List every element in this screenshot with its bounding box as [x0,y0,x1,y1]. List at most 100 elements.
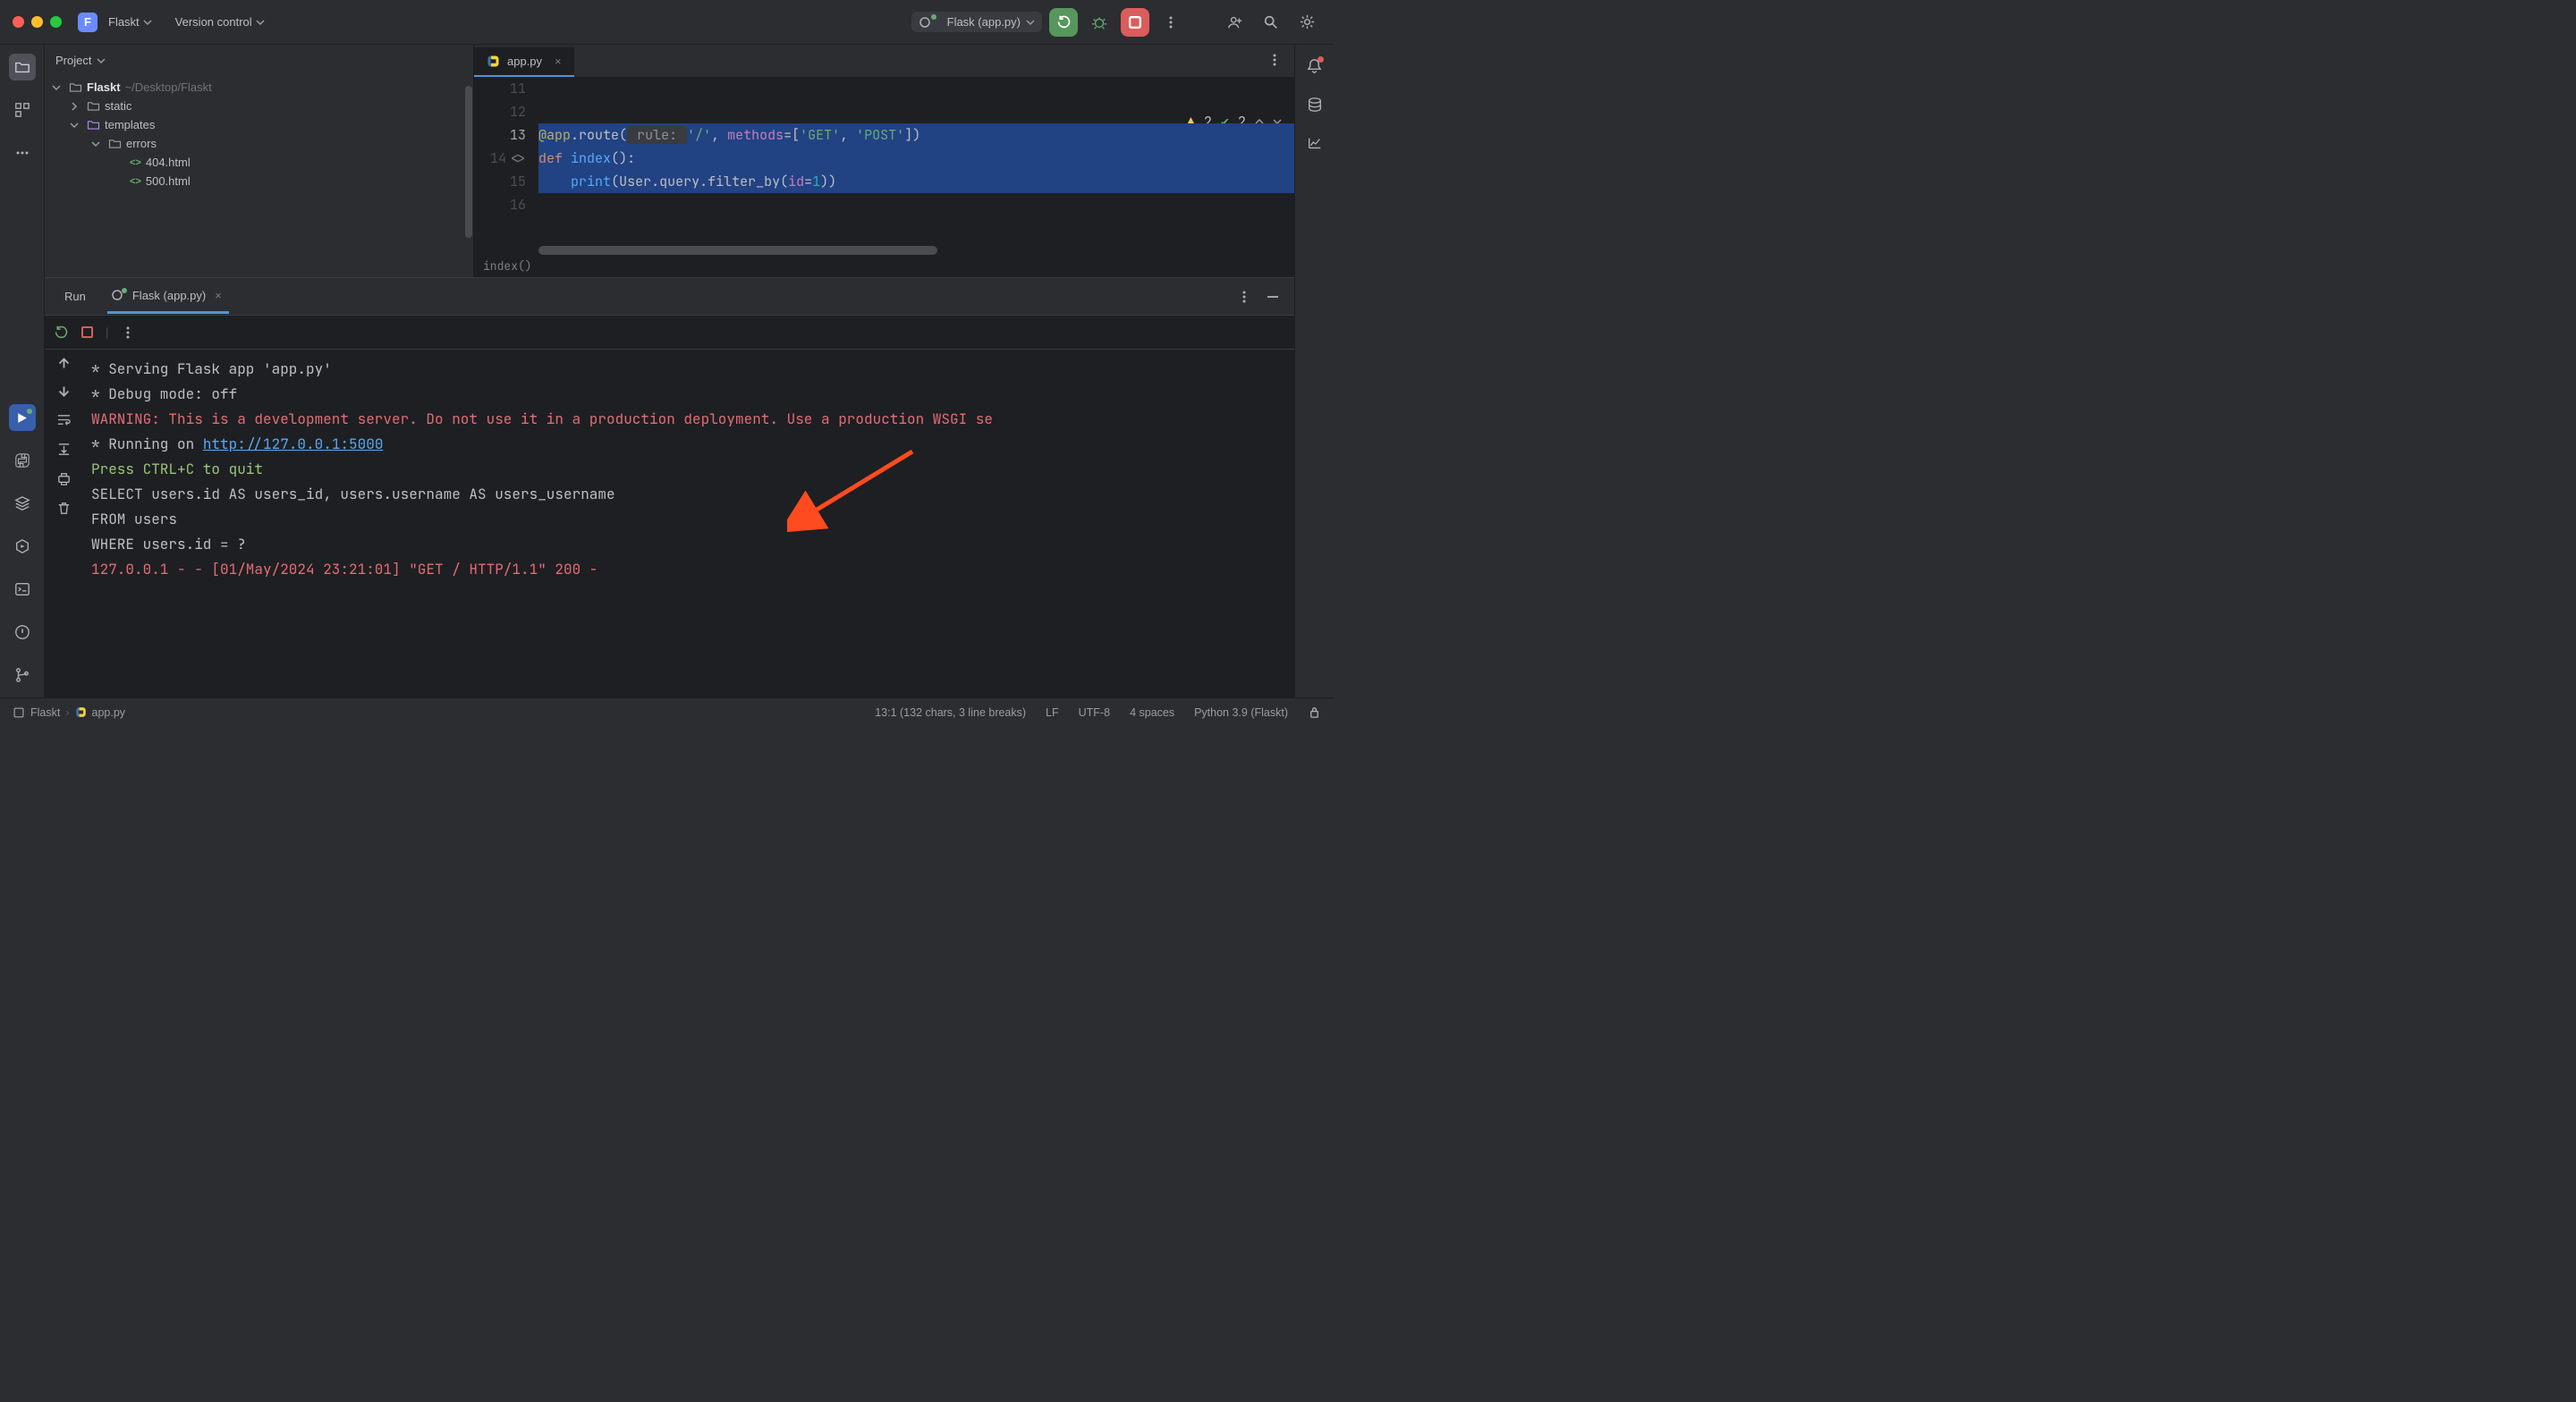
tree-item-404[interactable]: <> 404.html [52,153,466,172]
warning-circle-icon [14,624,30,640]
line-number: 12 [490,100,526,123]
html-file-icon: <> [130,157,141,168]
project-tree[interactable]: Flaskt ~/Desktop/Flaskt static templates [45,76,473,192]
run-tool-button[interactable] [9,404,36,431]
stop-run-button[interactable] [81,326,93,338]
kebab-icon[interactable] [121,325,135,340]
console-output[interactable]: * Serving Flask app 'app.py' * Debug mod… [82,350,1294,697]
interpreter[interactable]: Python 3.9 (Flaskt) [1194,706,1288,719]
endpoints-button[interactable] [1307,135,1323,154]
soft-wrap-icon[interactable] [56,412,72,427]
minimize-panel-icon[interactable] [1266,290,1280,304]
running-indicator-icon [27,409,32,414]
kebab-icon[interactable] [1237,290,1251,304]
left-toolbar [0,45,45,697]
chevron-right-icon: › [65,706,69,719]
editor-body[interactable]: ▲2 ✔2 11 12 13 14<> 15 16 [474,77,1294,255]
project-panel: Project Flaskt ~/Desktop/Flaskt static [45,45,474,277]
project-badge: F [78,13,97,32]
run-toolbar: | [45,316,1294,350]
close-window-icon[interactable] [13,16,24,28]
indent[interactable]: 4 spaces [1130,706,1174,719]
status-breadcrumb[interactable]: Flaskt › app.py [13,706,125,719]
html-file-icon: <> [130,176,141,187]
console-line: * Running on http://127.0.0.1:5000 [91,432,1285,457]
close-tab-button[interactable]: × [549,55,567,68]
editor-breadcrumb[interactable]: index() [474,255,1294,277]
project-tool-button[interactable] [9,54,36,80]
editor-tabs-menu[interactable] [1255,46,1294,77]
scroll-down-icon[interactable] [57,384,71,398]
chevron-down-icon [52,83,61,92]
editor-h-scrollbar[interactable] [538,246,992,255]
encoding[interactable]: UTF-8 [1079,706,1110,719]
problems-button[interactable] [9,619,36,646]
python-console-button[interactable] [9,447,36,474]
tree-item-500[interactable]: <> 500.html [52,172,466,190]
notifications-button[interactable] [1306,57,1323,77]
python-file-icon [75,706,87,718]
structure-tool-button[interactable] [9,97,36,123]
python-icon [14,452,30,469]
code-with-me-button[interactable] [1221,8,1250,37]
editor-tabs: app.py × [474,45,1294,77]
database-icon [1307,97,1323,113]
chevron-right-icon [70,102,79,111]
console-line: WHERE users.id = ? [91,532,1285,557]
tree-item-static[interactable]: static [52,97,466,115]
close-run-tab-button[interactable]: × [211,289,225,302]
python-packages-button[interactable] [9,490,36,517]
window-controls [13,16,62,28]
cursor-position[interactable]: 13:1 (132 chars, 3 line breaks) [875,706,1026,719]
tree-label: errors [126,137,157,150]
line-ending[interactable]: LF [1046,706,1059,719]
more-actions-button[interactable] [1157,8,1185,37]
stop-button[interactable] [1121,8,1149,37]
maximize-window-icon[interactable] [50,16,62,28]
kebab-icon [1164,15,1178,30]
search-button[interactable] [1257,8,1285,37]
rerun-button[interactable] [54,325,69,340]
running-dot-icon [931,14,936,20]
scroll-up-icon[interactable] [57,357,71,370]
database-button[interactable] [1307,97,1323,115]
tree-item-templates[interactable]: templates [52,115,466,134]
line-number: 15 [490,170,526,193]
vcs-tool-button[interactable] [9,662,36,688]
tree-label: 500.html [146,174,191,188]
code-fold-icon[interactable]: <> [506,149,526,167]
minimize-window-icon[interactable] [31,16,43,28]
bc-file: app.py [92,706,126,719]
rerun-button[interactable] [1049,8,1078,37]
vcs-menu[interactable]: Version control [170,12,270,32]
tree-item-errors[interactable]: errors [52,134,466,153]
project-menu[interactable]: Flaskt [103,12,157,32]
trash-icon[interactable] [56,501,72,516]
lock-icon[interactable] [1308,705,1321,719]
python-file-icon [487,55,500,68]
run-config-selector[interactable]: Flask (app.py) [911,12,1042,32]
graph-icon [1307,135,1323,151]
project-panel-header[interactable]: Project [45,45,473,76]
folder-icon [14,59,30,75]
tree-root[interactable]: Flaskt ~/Desktop/Flaskt [52,78,466,97]
debug-button[interactable] [1085,8,1114,37]
scroll-to-end-icon[interactable] [56,442,72,457]
project-scrollbar[interactable] [465,86,472,238]
more-tools-button[interactable] [9,139,36,166]
ellipsis-icon [15,146,30,160]
tree-root-name: Flaskt [87,80,121,94]
services-button[interactable] [9,533,36,560]
terminal-button[interactable] [9,576,36,603]
print-icon[interactable] [56,471,72,486]
line-number: 13 [490,123,526,147]
settings-button[interactable] [1292,8,1321,37]
tab-run[interactable]: Run [61,281,89,312]
gear-icon [1299,13,1316,30]
titlebar-right: Flask (app.py) [911,8,1321,37]
server-url-link[interactable]: http://127.0.0.1:5000 [203,435,384,453]
editor-code[interactable]: @app.route( rule: '/', methods=['GET', '… [538,77,1294,255]
status-right: 13:1 (132 chars, 3 line breaks) LF UTF-8… [875,705,1321,719]
editor-tab-app[interactable]: app.py × [474,47,574,77]
tab-flask-app[interactable]: Flask (app.py) × [107,280,229,314]
